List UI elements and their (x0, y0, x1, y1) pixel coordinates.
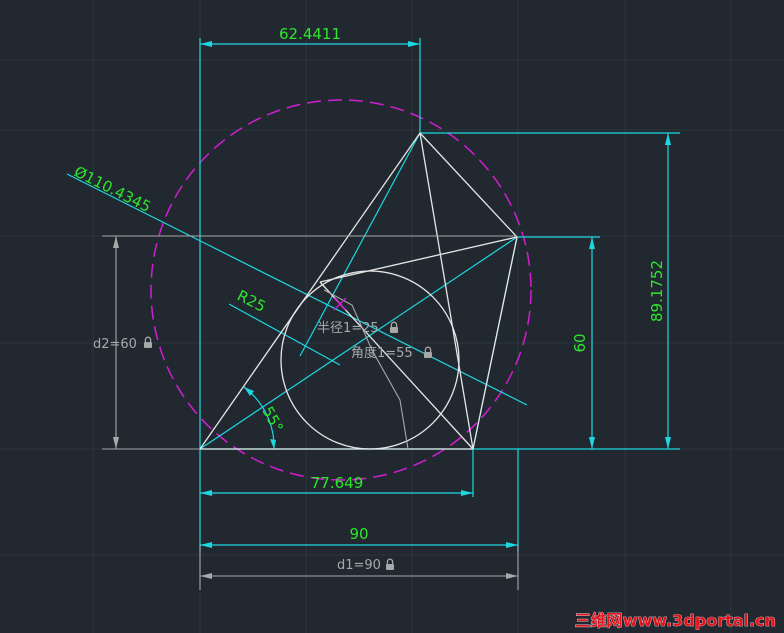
watermark: 三维网www.3dportal.cn (575, 611, 776, 630)
bottom-inner-dimension[interactable]: 77.649 (311, 474, 364, 492)
top-width-dimension[interactable]: 62.4411 (279, 25, 341, 43)
right-total-height-dimension[interactable]: 89.1752 (648, 260, 666, 322)
constraint-radius1[interactable]: 半径1=25 (317, 321, 379, 336)
constraint-d2[interactable]: d2=60 (93, 337, 137, 352)
bottom-width-dimension[interactable]: 90 (349, 525, 368, 543)
cad-drawing-canvas[interactable]: 62.4411 Ø110.4345 R25 55° 77.649 90 60 8… (0, 0, 784, 633)
constraint-d1[interactable]: d1=90 (337, 558, 381, 573)
constraint-angle1[interactable]: 角度1=55 (351, 345, 413, 361)
right-height-dimension[interactable]: 60 (571, 333, 589, 352)
background (0, 0, 784, 633)
